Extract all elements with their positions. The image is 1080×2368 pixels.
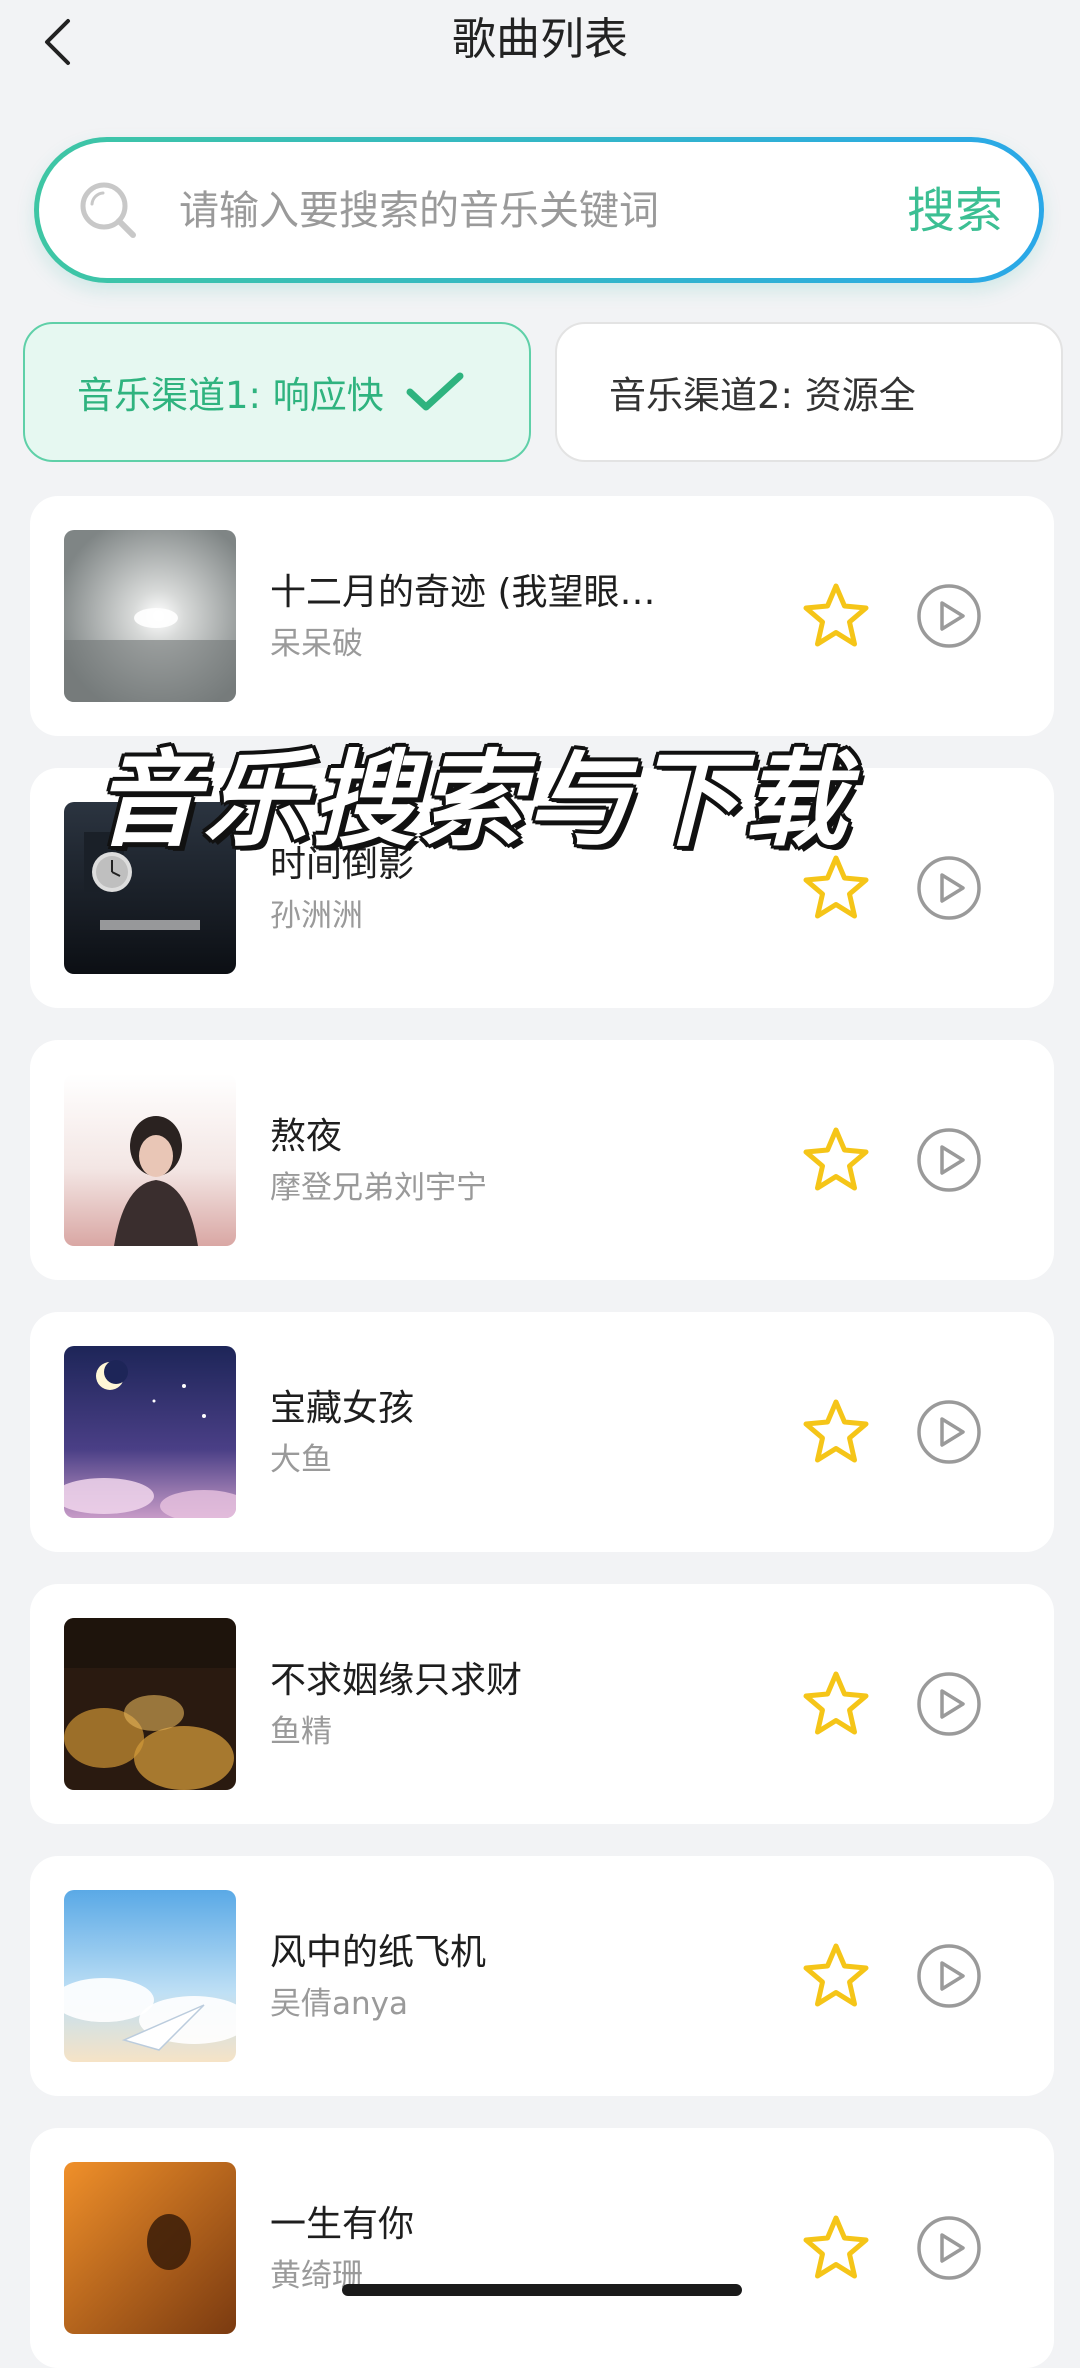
album-cover [64,802,236,974]
channel-tab-1[interactable]: 音乐渠道1: 响应快 [23,322,531,462]
search-button[interactable]: 搜索 [907,176,1003,246]
album-cover [64,530,236,702]
star-icon[interactable] [800,580,872,652]
song-item[interactable]: 宝藏女孩 大鱼 [30,1312,1054,1552]
song-artist: 大鱼 [270,1442,332,1478]
star-icon[interactable] [800,2212,872,2284]
star-icon[interactable] [800,852,872,924]
album-cover [64,1890,236,2062]
channel-tab-label: 音乐渠道2: 资源全 [609,374,916,417]
song-title: 时间倒影 [270,844,415,885]
play-icon[interactable] [916,1399,982,1465]
home-indicator[interactable] [342,2284,742,2296]
album-cover [64,1618,236,1790]
play-icon[interactable] [916,1943,982,2009]
play-icon[interactable] [916,583,982,649]
album-cover [64,2162,236,2334]
channel-tab-2[interactable]: 音乐渠道2: 资源全 [555,322,1063,462]
song-artist: 摩登兄弟刘宇宁 [270,1170,487,1206]
song-artist: 呆呆破 [270,626,363,662]
play-icon[interactable] [916,855,982,921]
header: 歌曲列表 [0,0,1080,90]
song-artist: 鱼精 [270,1714,332,1750]
song-title: 熬夜 [270,1116,343,1157]
star-icon[interactable] [800,1124,872,1196]
song-title: 不求姻缘只求财 [270,1660,523,1701]
star-icon[interactable] [800,1668,872,1740]
song-item[interactable]: 熬夜 摩登兄弟刘宇宁 [30,1040,1054,1280]
song-title: 十二月的奇迹 (我望眼… [270,572,656,613]
song-title: 宝藏女孩 [270,1388,415,1429]
channel-tab-label: 音乐渠道1: 响应快 [77,374,384,417]
album-cover [64,1074,236,1246]
song-item[interactable]: 风中的纸飞机 吴倩anya [30,1856,1054,2096]
star-icon[interactable] [800,1940,872,2012]
song-item[interactable]: 时间倒影 孙洲洲 [30,768,1054,1008]
song-item[interactable]: 一生有你 黄绮珊 [30,2128,1054,2368]
search-icon [80,182,136,238]
song-title: 风中的纸飞机 [270,1932,487,1973]
album-cover [64,1346,236,1518]
song-artist: 吴倩anya [270,1986,408,2022]
check-icon [406,372,464,411]
page-title: 歌曲列表 [452,14,628,65]
search-bar: 搜索 [34,137,1044,283]
search-input[interactable] [177,172,821,250]
star-icon[interactable] [800,1396,872,1468]
song-item[interactable]: 不求姻缘只求财 鱼精 [30,1584,1054,1824]
song-artist: 孙洲洲 [270,898,363,934]
play-icon[interactable] [916,2215,982,2281]
play-icon[interactable] [916,1671,982,1737]
song-item[interactable]: 十二月的奇迹 (我望眼… 呆呆破 [30,496,1054,736]
song-title: 一生有你 [270,2204,415,2245]
play-icon[interactable] [916,1127,982,1193]
